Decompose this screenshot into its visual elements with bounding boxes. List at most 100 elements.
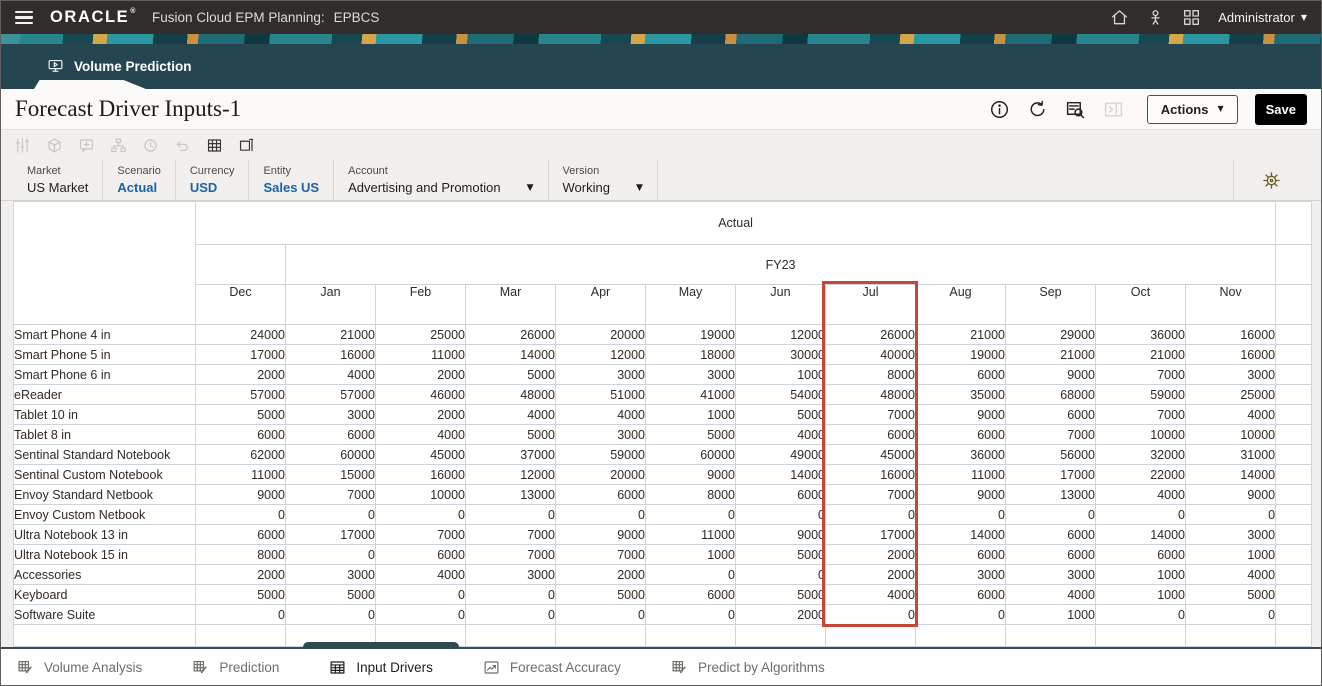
data-cell-envoy-custom-netbook-jul[interactable]: 0 [825,504,916,525]
data-cell-smart-phone-6-in-nov[interactable]: 3000 [1184,364,1277,385]
row-header-smart-phone-5-in[interactable]: Smart Phone 5 in [13,344,196,365]
pov-item-currency[interactable]: Currency USD [176,160,250,200]
chevron-down-icon[interactable]: ▼ [527,183,534,193]
data-cell-software-suite-apr[interactable]: 0 [555,604,646,625]
row-header-software-suite[interactable]: Software Suite [13,604,196,625]
tab-predict-by-algorithms[interactable]: Predict by Algorithms [671,649,825,685]
data-cell-ultra-notebook-15-in-sep[interactable]: 6000 [1005,544,1096,565]
data-cell-smart-phone-5-in-feb[interactable]: 11000 [375,344,466,365]
data-cell-tablet-10-in-dec[interactable]: 5000 [195,404,286,425]
data-cell-envoy-custom-netbook-oct[interactable]: 0 [1095,504,1186,525]
data-cell-ereader-sep[interactable]: 68000 [1005,384,1096,405]
month-header-jul[interactable]: Jul [825,284,916,325]
data-cell-envoy-standard-netbook-nov[interactable]: 9000 [1184,484,1277,505]
row-header-ereader[interactable]: eReader [13,384,196,405]
data-cell-ultra-notebook-15-in-dec[interactable]: 8000 [195,544,286,565]
form-layout-icon[interactable] [238,137,255,154]
data-cell-smart-phone-5-in-mar[interactable]: 14000 [465,344,556,365]
data-cell-software-suite-dec[interactable]: 0 [195,604,286,625]
data-cell-smart-phone-5-in-sep[interactable]: 21000 [1005,344,1096,365]
data-cell-tablet-8-in-mar[interactable]: 5000 [465,424,556,445]
data-cell-ultra-notebook-15-in-may[interactable]: 1000 [645,544,736,565]
chevron-down-icon[interactable]: ▼ [636,183,643,193]
row-header-ultra-notebook-15-in[interactable]: Ultra Notebook 15 in [13,544,196,565]
row-header-keyboard[interactable]: Keyboard [13,584,196,605]
data-cell-sentinal-standard-notebook-apr[interactable]: 59000 [555,444,646,465]
data-cell-smart-phone-6-in-aug[interactable]: 6000 [915,364,1006,385]
data-cell-envoy-standard-netbook-jul[interactable]: 7000 [825,484,916,505]
data-cell-accessories-sep[interactable]: 3000 [1005,564,1096,585]
data-cell-ultra-notebook-15-in-oct[interactable]: 6000 [1095,544,1186,565]
month-header-jun[interactable]: Jun [735,284,826,325]
data-cell-smart-phone-4-in-jul[interactable]: 26000 [825,324,916,345]
data-cell-smart-phone-6-in-jan[interactable]: 4000 [285,364,376,385]
data-cell-sentinal-standard-notebook-jun[interactable]: 49000 [735,444,826,465]
data-cell-smart-phone-6-in-jul[interactable]: 8000 [825,364,916,385]
data-cell-sentinal-custom-notebook-aug[interactable]: 11000 [915,464,1006,485]
data-cell-ultra-notebook-15-in-aug[interactable]: 6000 [915,544,1006,565]
data-cell-keyboard-jan[interactable]: 5000 [285,584,376,605]
data-cell-tablet-8-in-may[interactable]: 5000 [645,424,736,445]
data-cell-sentinal-custom-notebook-feb[interactable]: 16000 [375,464,466,485]
row-header-tablet-8-in[interactable]: Tablet 8 in [13,424,196,445]
data-cell-smart-phone-4-in-may[interactable]: 19000 [645,324,736,345]
month-header-oct[interactable]: Oct [1095,284,1186,325]
data-cell-envoy-standard-netbook-mar[interactable]: 13000 [465,484,556,505]
tab-prediction[interactable]: Prediction [192,649,279,685]
data-cell-ereader-jun[interactable]: 54000 [735,384,826,405]
data-cell-ultra-notebook-15-in-jul[interactable]: 2000 [825,544,916,565]
data-cell-sentinal-custom-notebook-dec[interactable]: 11000 [195,464,286,485]
data-cell-tablet-8-in-dec[interactable]: 6000 [195,424,286,445]
data-cell-envoy-standard-netbook-aug[interactable]: 9000 [915,484,1006,505]
data-cell-software-suite-mar[interactable]: 0 [465,604,556,625]
data-cell-ultra-notebook-13-in-oct[interactable]: 14000 [1095,524,1186,545]
data-cell-accessories-jul[interactable]: 2000 [825,564,916,585]
person-icon[interactable] [1146,8,1165,27]
data-cell-envoy-standard-netbook-sep[interactable]: 13000 [1005,484,1096,505]
data-cell-ultra-notebook-15-in-apr[interactable]: 7000 [555,544,646,565]
data-cell-ultra-notebook-15-in-feb[interactable]: 6000 [375,544,466,565]
data-cell-tablet-10-in-apr[interactable]: 4000 [555,404,646,425]
data-cell-software-suite-jun[interactable]: 2000 [735,604,826,625]
data-cell-ereader-aug[interactable]: 35000 [915,384,1006,405]
data-cell-smart-phone-4-in-aug[interactable]: 21000 [915,324,1006,345]
data-cell-envoy-standard-netbook-jan[interactable]: 7000 [285,484,376,505]
data-cell-envoy-custom-netbook-jan[interactable]: 0 [285,504,376,525]
month-header-aug[interactable]: Aug [915,284,1006,325]
data-cell-ultra-notebook-13-in-mar[interactable]: 7000 [465,524,556,545]
data-cell-tablet-10-in-nov[interactable]: 4000 [1184,404,1277,425]
grid-view-icon[interactable] [206,137,223,154]
data-cell-tablet-10-in-jun[interactable]: 5000 [735,404,826,425]
month-header-dec[interactable]: Dec [195,284,286,325]
data-cell-tablet-8-in-jan[interactable]: 6000 [285,424,376,445]
data-cell-smart-phone-5-in-jan[interactable]: 16000 [285,344,376,365]
month-header-jan[interactable]: Jan [285,284,376,325]
data-cell-accessories-mar[interactable]: 3000 [465,564,556,585]
data-cell-accessories-dec[interactable]: 2000 [195,564,286,585]
data-cell-envoy-custom-netbook-feb[interactable]: 0 [375,504,466,525]
data-cell-smart-phone-4-in-jun[interactable]: 12000 [735,324,826,345]
month-header-nov[interactable]: Nov [1184,284,1277,325]
month-header-sep[interactable]: Sep [1005,284,1096,325]
data-cell-keyboard-jul[interactable]: 4000 [825,584,916,605]
data-cell-software-suite-may[interactable]: 0 [645,604,736,625]
row-header-ultra-notebook-13-in[interactable]: Ultra Notebook 13 in [13,524,196,545]
data-cell-sentinal-custom-notebook-jun[interactable]: 14000 [735,464,826,485]
data-cell-sentinal-standard-notebook-nov[interactable]: 31000 [1184,444,1277,465]
month-header-mar[interactable]: Mar [465,284,556,325]
pov-value[interactable]: Working ▼ [563,180,643,195]
data-cell-envoy-custom-netbook-apr[interactable]: 0 [555,504,646,525]
data-cell-accessories-oct[interactable]: 1000 [1095,564,1186,585]
pov-value[interactable]: Advertising and Promotion ▼ [348,180,533,195]
data-cell-envoy-standard-netbook-feb[interactable]: 10000 [375,484,466,505]
data-cell-sentinal-custom-notebook-nov[interactable]: 14000 [1184,464,1277,485]
data-cell-ereader-mar[interactable]: 48000 [465,384,556,405]
data-cell-tablet-10-in-oct[interactable]: 7000 [1095,404,1186,425]
month-header-may[interactable]: May [645,284,736,325]
data-cell-ultra-notebook-13-in-nov[interactable]: 3000 [1184,524,1277,545]
pov-item-entity[interactable]: Entity Sales US [249,160,335,200]
data-cell-ultra-notebook-13-in-jun[interactable]: 9000 [735,524,826,545]
data-cell-smart-phone-6-in-mar[interactable]: 5000 [465,364,556,385]
data-cell-sentinal-custom-notebook-may[interactable]: 9000 [645,464,736,485]
data-cell-tablet-10-in-mar[interactable]: 4000 [465,404,556,425]
